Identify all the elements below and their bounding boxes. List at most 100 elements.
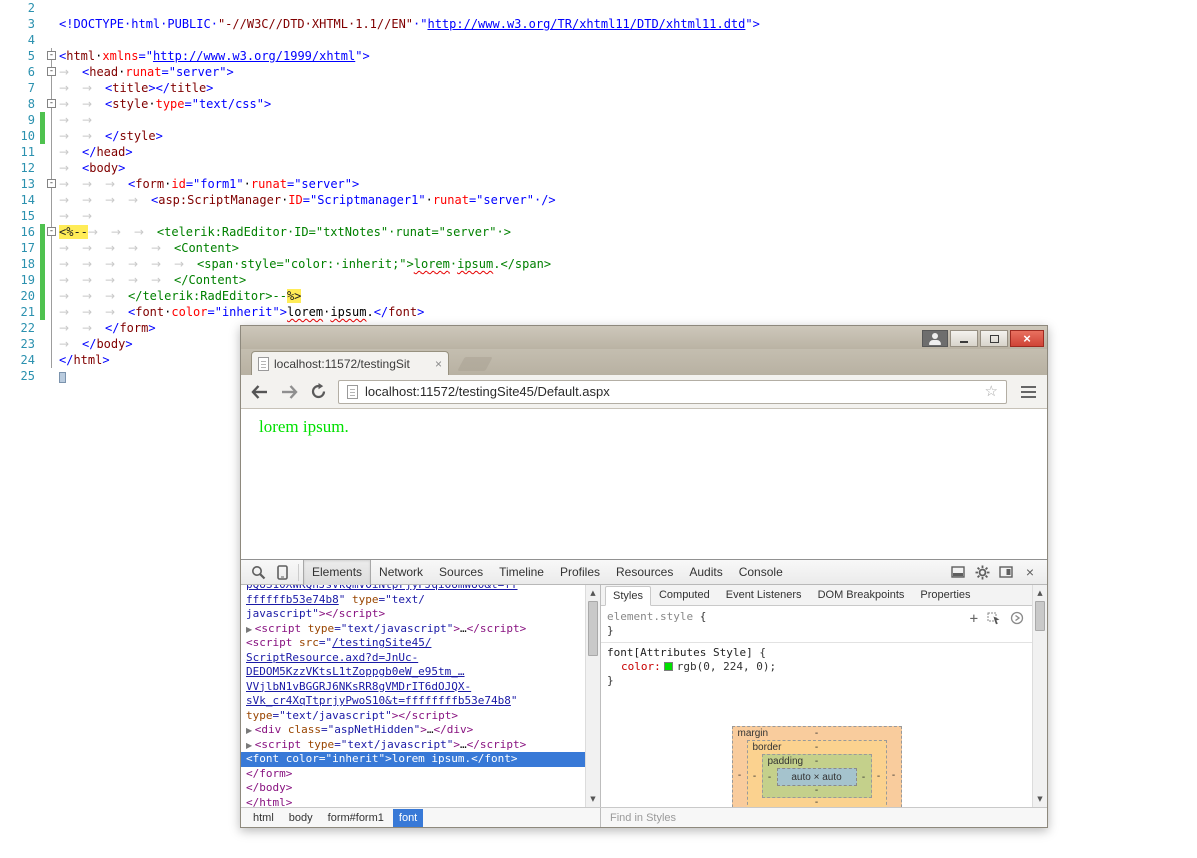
- tree-row[interactable]: DEDOM5KzzVKtsL1tZoppgb0eW_e95tm_…: [241, 665, 585, 680]
- menu-button[interactable]: [1018, 384, 1038, 400]
- scroll-up-icon[interactable]: [586, 586, 600, 600]
- devtools-tab-profiles[interactable]: Profiles: [552, 560, 608, 585]
- tree-row[interactable]: pQoS10XWKQhJsVkQmVOiNtprjyFJqiOUmW80&t=f…: [241, 585, 585, 593]
- tree-row[interactable]: </html>: [241, 796, 585, 808]
- device-mode-button[interactable]: [270, 561, 294, 583]
- reload-button[interactable]: [310, 383, 327, 400]
- breadcrumb-item-body[interactable]: body: [283, 809, 319, 827]
- back-button[interactable]: [250, 384, 269, 400]
- collapse-box-icon[interactable]: [47, 227, 56, 236]
- tree-row[interactable]: ▶ <script type="text/javascript">…</scri…: [241, 738, 585, 753]
- code-line[interactable]: 8 <style·type="text/css">: [0, 96, 1197, 112]
- css-property-row[interactable]: color: rgb(0, 224, 0);: [607, 660, 1026, 674]
- collapse-box-icon[interactable]: [47, 67, 56, 76]
- collapse-box-icon[interactable]: [47, 179, 56, 188]
- scroll-up-icon[interactable]: [1033, 586, 1047, 600]
- code-line[interactable]: 17 <Content>: [0, 240, 1197, 256]
- tree-row[interactable]: sVk_cr4XqTtprjyPwoS10&t=ffffffffb53e74b8…: [241, 694, 585, 709]
- tree-row[interactable]: </form>: [241, 767, 585, 782]
- rule-selector[interactable]: font[Attributes Style]: [607, 646, 753, 659]
- sidebar-tab-styles[interactable]: Styles: [605, 586, 651, 606]
- sidebar-tab-event-listeners[interactable]: Event Listeners: [718, 585, 810, 605]
- tree-row[interactable]: ▶ <div class="aspNetHidden">…</div>: [241, 723, 585, 738]
- breadcrumb-item-formform1[interactable]: form#form1: [322, 809, 390, 827]
- tree-row[interactable]: ▶ <script type="text/javascript">…</scri…: [241, 622, 585, 637]
- code-line[interactable]: 19 </Content>: [0, 272, 1197, 288]
- settings-button[interactable]: [970, 561, 994, 583]
- tab-close-icon[interactable]: [435, 358, 442, 370]
- box-model-margin[interactable]: margin - - border - - padding - - auto ×…: [731, 726, 902, 807]
- devtools-close-button[interactable]: [1018, 561, 1042, 583]
- code-line[interactable]: 16 <%-- <telerik:RadEditor·ID="txtNotes"·r…: [0, 224, 1197, 240]
- devtools-tab-sources[interactable]: Sources: [431, 560, 491, 585]
- tree-row[interactable]: ScriptResource.axd?d=JnUc-: [241, 651, 585, 666]
- code-line[interactable]: 7 <title></title>: [0, 80, 1197, 96]
- console-drawer-button[interactable]: [946, 561, 970, 583]
- code-line[interactable]: 14<asp:ScriptManager·ID="Scriptmanager1"…: [0, 192, 1197, 208]
- collapse-box-icon[interactable]: [47, 51, 56, 60]
- devtools-tab-elements[interactable]: Elements: [303, 559, 372, 585]
- scrollbar-thumb[interactable]: [1035, 601, 1045, 631]
- devtools-tab-resources[interactable]: Resources: [608, 560, 681, 585]
- code-line[interactable]: 5 <html·xmlns="http://www.w3.org/1999/xht…: [0, 48, 1197, 64]
- close-button[interactable]: [1010, 330, 1044, 347]
- scroll-down-icon[interactable]: [586, 792, 600, 806]
- css-property-name[interactable]: color:: [621, 660, 661, 673]
- styles-scrollbar[interactable]: [1032, 585, 1047, 807]
- inspect-element-button[interactable]: [246, 561, 270, 583]
- profile-button[interactable]: [922, 330, 948, 347]
- sidebar-tab-computed[interactable]: Computed: [651, 585, 718, 605]
- code-line[interactable]: 4: [0, 32, 1197, 48]
- element-state-icon[interactable]: [987, 612, 1001, 628]
- minimize-button[interactable]: [950, 330, 978, 347]
- forward-button[interactable]: [280, 384, 299, 400]
- box-model-padding[interactable]: padding - - auto × auto - -: [761, 754, 872, 798]
- title-bar[interactable]: [241, 326, 1047, 349]
- devtools-tab-audits[interactable]: Audits: [681, 560, 730, 585]
- devtools-tab-timeline[interactable]: Timeline: [491, 560, 552, 585]
- omnibox[interactable]: localhost:11572/testingSite45/Default.as…: [338, 379, 1007, 404]
- code-line[interactable]: 6 <head·runat="server">: [0, 64, 1197, 80]
- bookmark-star-icon[interactable]: [985, 384, 998, 399]
- devtools-tab-console[interactable]: Console: [731, 560, 791, 585]
- devtools-tab-network[interactable]: Network: [371, 560, 431, 585]
- css-property-value[interactable]: rgb(0, 224, 0);: [677, 660, 776, 673]
- code-line[interactable]: 11 </head>: [0, 144, 1197, 160]
- scroll-down-icon[interactable]: [1033, 792, 1047, 806]
- code-line[interactable]: 3 <!DOCTYPE·html·PUBLIC·"-//W3C//DTD·XHTM…: [0, 16, 1197, 32]
- box-model-border[interactable]: border - - padding - - auto × auto - - -…: [746, 740, 887, 807]
- rule-selector-row[interactable]: font[Attributes Style] {: [607, 646, 1026, 660]
- code-line[interactable]: 9: [0, 112, 1197, 128]
- tree-row[interactable]: </body>: [241, 781, 585, 796]
- collapse-box-icon[interactable]: [47, 99, 56, 108]
- style-options-icon[interactable]: [1010, 611, 1024, 628]
- code-line[interactable]: 15: [0, 208, 1197, 224]
- sidebar-tab-dom-breakpoints[interactable]: DOM Breakpoints: [810, 585, 913, 605]
- color-swatch[interactable]: [663, 662, 673, 671]
- code-line[interactable]: 21 <font·color="inherit">lorem·ipsum.</fo…: [0, 304, 1197, 320]
- tree-row[interactable]: <script src="/testingSite45/: [241, 636, 585, 651]
- element-style-rule[interactable]: element.style {: [607, 610, 1026, 624]
- tree-row[interactable]: ffffffb53e74b8" type="text/: [241, 593, 585, 608]
- dock-side-button[interactable]: [994, 561, 1018, 583]
- tree-row[interactable]: <font color="inherit">lorem ipsum.</font…: [241, 752, 585, 767]
- scrollbar-thumb[interactable]: [588, 601, 598, 656]
- tree-row[interactable]: VVjlbN1vBGGRJ6NKsRR8gVMDrIT6dOJQX-: [241, 680, 585, 695]
- new-tab-button[interactable]: [457, 357, 493, 371]
- tree-row[interactable]: javascript"></script>: [241, 607, 585, 622]
- code-line[interactable]: 12 <body>: [0, 160, 1197, 176]
- new-style-rule-icon[interactable]: [970, 613, 978, 626]
- elements-scrollbar[interactable]: [585, 585, 600, 807]
- breadcrumb-item-font[interactable]: font: [392, 808, 424, 827]
- code-line[interactable]: 18 <span·style="color:·inherit;">lorem·ip…: [0, 256, 1197, 272]
- sidebar-tab-properties[interactable]: Properties: [912, 585, 978, 605]
- code-line[interactable]: 13<form·id="form1"·runat="server">: [0, 176, 1197, 192]
- code-line[interactable]: 2: [0, 0, 1197, 16]
- style-selector[interactable]: element.style: [607, 610, 693, 623]
- code-line[interactable]: 20 </telerik:RadEditor>--%>: [0, 288, 1197, 304]
- box-model-content[interactable]: auto × auto: [776, 768, 857, 786]
- breadcrumb-item-html[interactable]: html: [247, 809, 280, 827]
- browser-tab[interactable]: localhost:11572/testingSit: [251, 351, 449, 375]
- maximize-button[interactable]: [980, 330, 1008, 347]
- find-in-styles[interactable]: Find in Styles: [601, 808, 1047, 827]
